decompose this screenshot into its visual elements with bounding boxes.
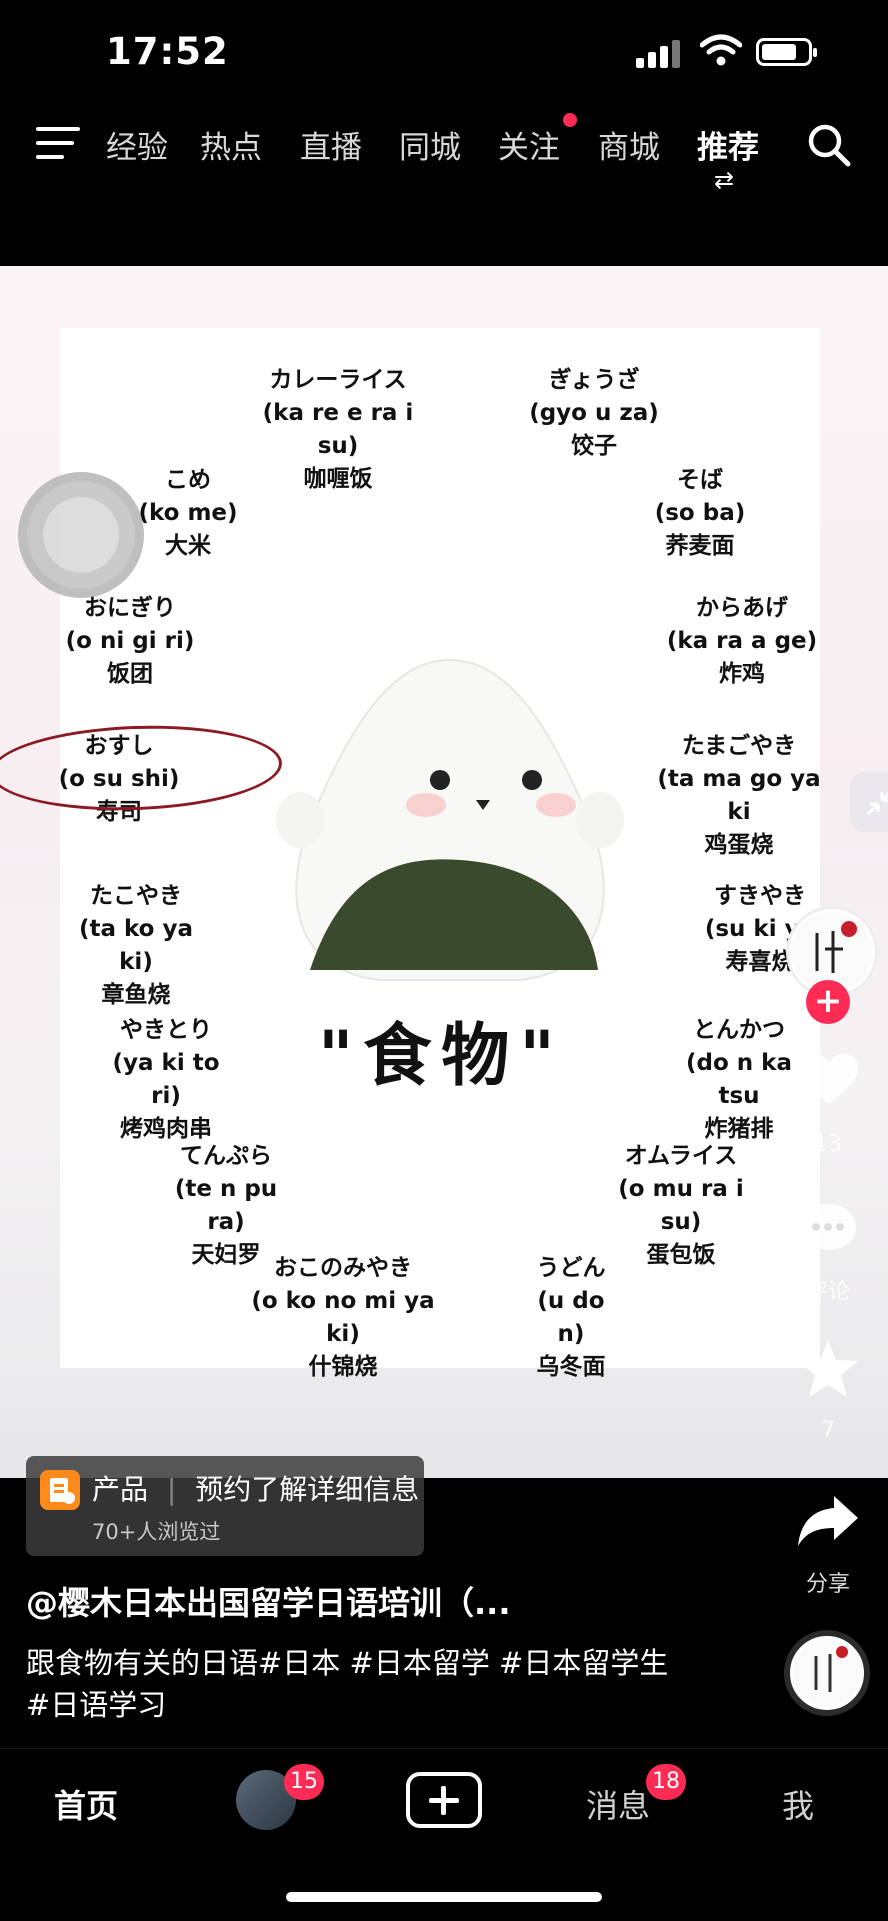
share-label: 分享 <box>805 1572 850 1597</box>
vocab-item: ぎょうざ (gyo u za) 饺子 <box>529 367 659 459</box>
messages-badge: 18 <box>646 1764 686 1800</box>
swap-icon: ⇄ <box>714 166 735 194</box>
favorite-count: 7 <box>821 1418 835 1443</box>
vocab-item: とんかつ (do n ka tsu 炸猪排 <box>686 1017 792 1142</box>
vocab-item: やきとり (ya ki to ri) 烤鸡肉串 <box>112 1017 220 1142</box>
vocab-item: たまごやき (ta ma go ya ki 鸡蛋烧 <box>657 733 821 858</box>
product-icon <box>40 1470 80 1510</box>
favorite-star-icon[interactable] <box>796 1338 860 1400</box>
product-viewers: 70+人浏览过 <box>92 1520 221 1544</box>
product-title: 产品 | 预约了解详细信息 <box>92 1468 419 1508</box>
search-icon[interactable] <box>806 122 852 168</box>
nav-messages[interactable]: 消息 <box>586 1781 650 1827</box>
notification-dot <box>563 113 577 127</box>
vocab-item: おにぎり (o ni gi ri) 饭团 <box>65 595 195 687</box>
vocab-item: こめ (ko me) 大米 <box>138 467 238 559</box>
tab-recommend[interactable]: 推荐 <box>697 122 759 167</box>
tab-following[interactable]: 关注 <box>498 122 560 167</box>
status-time: 17:52 <box>106 30 229 73</box>
like-icon[interactable] <box>798 1052 860 1108</box>
card-title: "食物" <box>318 1017 565 1096</box>
vocab-item: オムライス (o mu ra i su) 蛋包饭 <box>618 1143 744 1268</box>
music-disc-icon[interactable] <box>784 1630 870 1716</box>
product-banner[interactable]: 产品 | 预约了解详细信息 70+人浏览过 <box>26 1456 424 1556</box>
vocab-item: からあげ (ka ra a ge) 炸鸡 <box>666 595 818 687</box>
tab-mall[interactable]: 商城 <box>598 122 660 167</box>
status-bar: 17:52 <box>0 0 888 100</box>
separator: | <box>166 1473 177 1506</box>
vocab-item: そば (so ba) 荞麦面 <box>654 467 746 559</box>
nav-me[interactable]: 我 <box>782 1781 814 1827</box>
product-tag: 产品 <box>92 1473 149 1506</box>
video-description-hashtag[interactable]: #日语学习 <box>26 1682 166 1724</box>
product-cta: 预约了解详细信息 <box>195 1473 420 1506</box>
vocab-item: うどん (u do n) 乌冬面 <box>536 1255 606 1380</box>
tab-hot[interactable]: 热点 <box>200 122 262 167</box>
home-indicator[interactable] <box>286 1892 602 1902</box>
vocab-item: たこやき (ta ko ya ki) 章鱼烧 <box>78 883 194 1008</box>
author-name[interactable]: @樱木日本出国留学日语培训（... <box>26 1578 510 1624</box>
tab-live[interactable]: 直播 <box>300 122 362 167</box>
friends-badge: 15 <box>284 1764 324 1800</box>
onigiri-illustration <box>276 658 624 981</box>
vocab-item: おこのみやき (o ko no mi ya ki) 什锦烧 <box>251 1255 435 1380</box>
video-description[interactable]: 跟食物有关的日语#日本 #日本留学 #日本留学生 <box>26 1640 668 1682</box>
comment-label: 评论 <box>805 1280 850 1305</box>
tab-local[interactable]: 同城 <box>399 122 461 167</box>
follow-button[interactable]: + <box>806 980 850 1024</box>
collapse-icon[interactable] <box>850 772 888 832</box>
tab-experience[interactable]: 经验 <box>106 122 168 167</box>
cellular-signal-icon <box>636 40 680 68</box>
battery-icon <box>756 38 817 66</box>
share-icon[interactable] <box>796 1492 860 1548</box>
nav-home[interactable]: 首页 <box>54 1781 118 1827</box>
like-count: 13 <box>814 1132 842 1157</box>
comment-icon[interactable] <box>796 1200 860 1258</box>
wifi-icon <box>700 34 742 66</box>
create-plus-button[interactable] <box>406 1772 482 1828</box>
floating-touch-icon[interactable] <box>18 472 144 598</box>
menu-icon[interactable] <box>36 125 80 161</box>
vocab-item: カレーライス (ka re e ra i su) 咖喱饭 <box>262 367 414 492</box>
